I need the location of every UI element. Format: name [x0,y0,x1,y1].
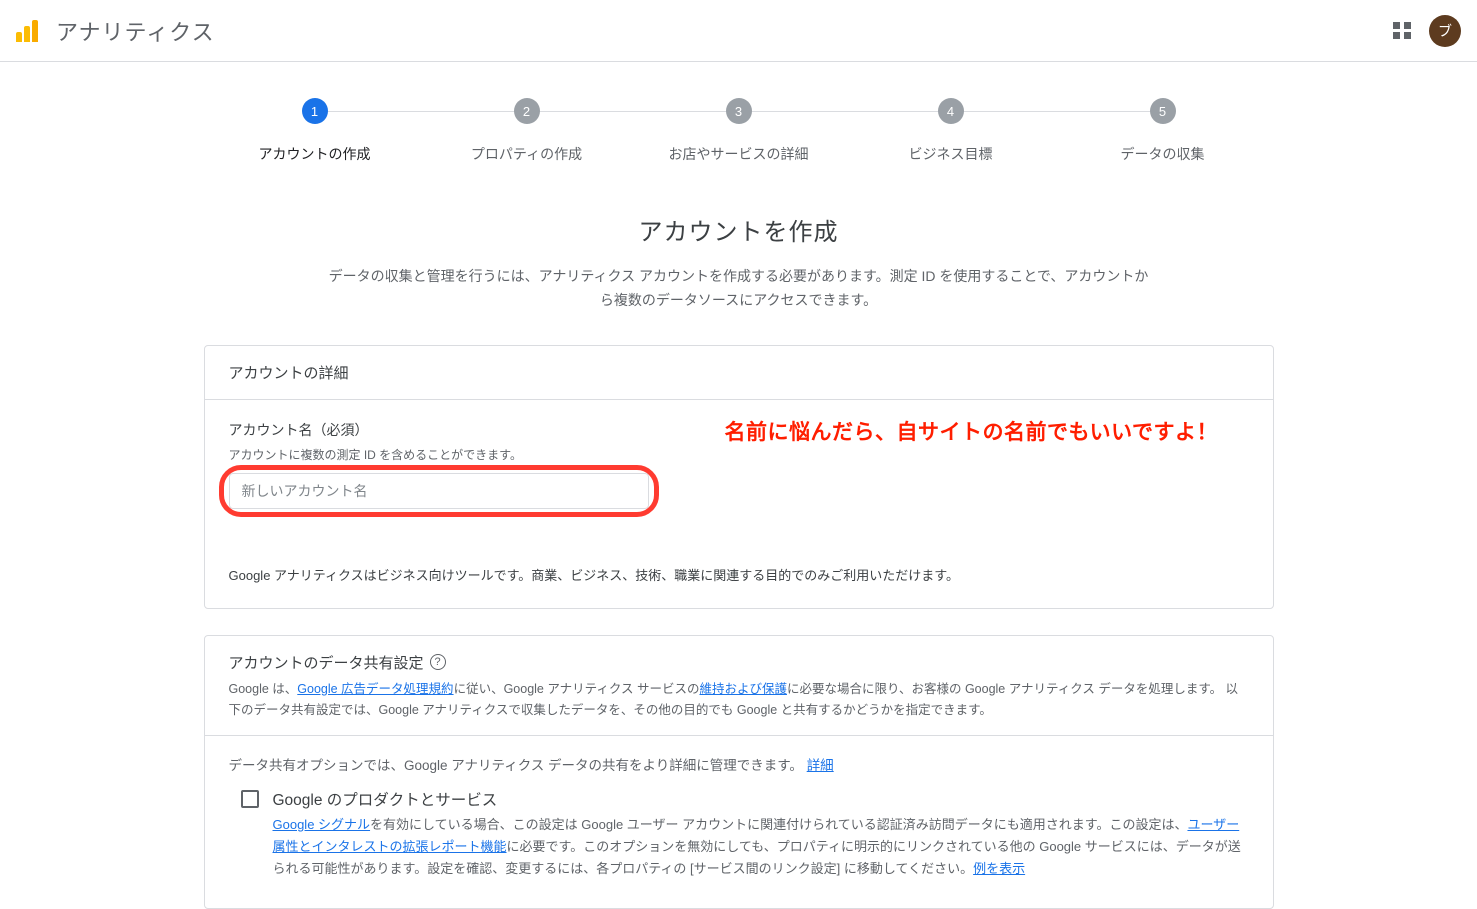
step-label: データの収集 [1121,144,1205,164]
data-sharing-description: Google は、Google 広告データ処理規約に従い、Google アナリテ… [229,679,1249,722]
step-label: ビジネス目標 [909,144,993,164]
google-signal-link[interactable]: Google シグナル [273,817,371,832]
maintain-protect-link[interactable]: 維持および保護 [699,682,787,696]
account-name-input[interactable] [229,473,649,509]
step-circle: 4 [938,98,964,124]
account-details-card: アカウントの詳細 名前に悩んだら、自サイトの名前でもいいですよ！ アカウント名（… [204,345,1274,609]
apps-grid-icon[interactable] [1393,22,1411,40]
step-connector [951,111,1163,112]
header-right: ブ [1393,15,1461,47]
app-header: アナリティクス ブ [0,0,1477,62]
share-option-description: Google シグナルを有効にしている場合、この設定は Google ユーザー … [273,814,1249,880]
user-avatar[interactable]: ブ [1429,15,1461,47]
account-name-input-wrap [229,473,649,509]
step-connector [739,111,951,112]
step-5: 5 データの収集 [1057,98,1269,164]
page-title: アカウントを作成 [0,212,1477,247]
page-subtitle: データの収集と管理を行うには、アナリティクス アカウントを作成する必要があります… [329,265,1149,313]
share-option-checkbox[interactable] [241,790,259,808]
business-use-note: Google アナリティクスはビジネス向けツールです。商業、ビジネス、技術、職業… [229,565,1249,584]
step-connector [527,111,739,112]
step-4: 4 ビジネス目標 [845,98,1057,164]
account-card-body: 名前に悩んだら、自サイトの名前でもいいですよ！ アカウント名（必須） アカウント… [205,400,1273,608]
help-icon[interactable]: ? [430,654,446,670]
ads-data-terms-link[interactable]: Google 広告データ処理規約 [297,682,453,696]
page-heading: アカウントを作成 データの収集と管理を行うには、アナリティクス アカウントを作成… [0,212,1477,313]
data-sharing-title-row: アカウントのデータ共有設定 ? [229,652,1249,673]
annotation-text: 名前に悩んだら、自サイトの名前でもいいですよ！ [725,416,1218,446]
step-circle: 1 [302,98,328,124]
show-example-link[interactable]: 例を表示 [973,861,1025,876]
step-label: お店やサービスの詳細 [669,144,809,164]
step-2: 2 プロパティの作成 [421,98,633,164]
step-circle: 3 [726,98,752,124]
step-3: 3 お店やサービスの詳細 [633,98,845,164]
step-circle: 2 [514,98,540,124]
share-option-title: Google のプロダクトとサービス [273,788,1249,810]
step-label: アカウントの作成 [259,144,371,164]
analytics-logo-icon [16,20,38,42]
header-left: アナリティクス [16,15,215,47]
step-connector [315,111,527,112]
step-circle: 5 [1150,98,1176,124]
app-title: アナリティクス [56,15,215,47]
details-link[interactable]: 詳細 [807,758,834,773]
stepper: 1 アカウントの作成 2 プロパティの作成 3 お店やサービスの詳細 4 ビジネス目標 5 データ… [199,98,1279,164]
data-sharing-card: アカウントのデータ共有設定 ? Google は、Google 広告データ処理規… [204,635,1274,909]
account-card-header: アカウントの詳細 [205,346,1273,400]
account-name-hint: アカウントに複数の測定 ID を含めることができます。 [229,446,1249,463]
step-label: プロパティの作成 [471,144,582,164]
data-sharing-note: データ共有オプションでは、Google アナリティクス データの共有をより詳細に… [229,736,1249,788]
data-sharing-title: アカウントのデータ共有設定 [229,652,424,673]
step-1: 1 アカウントの作成 [209,98,421,164]
